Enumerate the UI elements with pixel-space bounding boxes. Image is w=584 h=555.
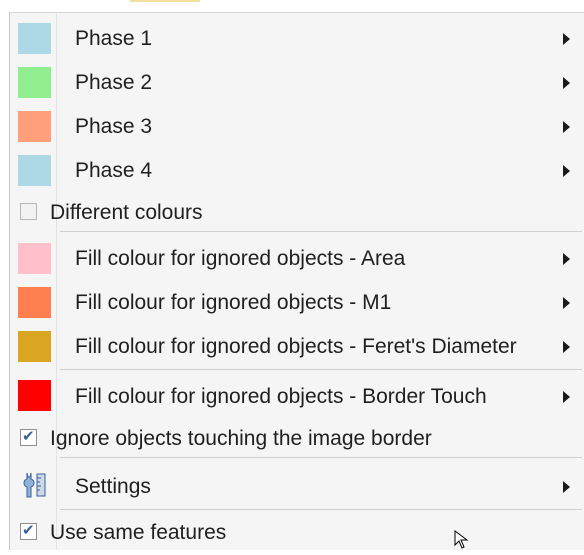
menu-item-settings[interactable]: Settings bbox=[10, 463, 584, 507]
submenu-arrow-icon bbox=[563, 391, 570, 403]
menu-item-label: Phase 2 bbox=[75, 71, 153, 94]
menu-item-label: Use same features bbox=[50, 521, 227, 544]
menu-item-fill-ignored-m1[interactable]: Fill colour for ignored objects - M1 bbox=[10, 281, 584, 325]
mouse-pointer-icon bbox=[454, 530, 470, 555]
menu-item-label: Settings bbox=[75, 475, 151, 498]
menu-item-label: Phase 4 bbox=[75, 159, 153, 182]
menu-separator bbox=[60, 509, 582, 510]
menu-item-label: Fill colour for ignored objects - Feret'… bbox=[75, 335, 517, 358]
m1-fill-color-swatch bbox=[18, 287, 51, 318]
submenu-arrow-icon bbox=[563, 77, 570, 89]
ribbon-accent bbox=[130, 0, 200, 2]
different-colours-checkbox[interactable] bbox=[20, 203, 37, 220]
menu-item-label: Fill colour for ignored objects - Area bbox=[75, 247, 406, 270]
menu-item-different-colours[interactable]: Different colours bbox=[10, 195, 584, 229]
phase-2-color-swatch bbox=[18, 67, 51, 98]
border-touch-fill-color-swatch bbox=[18, 380, 51, 411]
context-menu: Phase 1 Phase 2 Phase 3 Phase 4 Differen… bbox=[9, 12, 584, 550]
checkmark-icon: ✔ bbox=[22, 521, 35, 539]
submenu-arrow-icon bbox=[563, 121, 570, 133]
menu-item-use-same-features[interactable]: ✔ Use same features bbox=[10, 515, 584, 549]
menu-item-phase-4[interactable]: Phase 4 bbox=[10, 149, 584, 193]
submenu-arrow-icon bbox=[563, 253, 570, 265]
menu-item-phase-3[interactable]: Phase 3 bbox=[10, 105, 584, 149]
phase-1-color-swatch bbox=[18, 23, 51, 54]
menu-item-fill-ignored-feret[interactable]: Fill colour for ignored objects - Feret'… bbox=[10, 325, 584, 369]
menu-item-label: Fill colour for ignored objects - M1 bbox=[75, 291, 392, 314]
menu-item-label: Phase 1 bbox=[75, 27, 153, 50]
menu-item-label: Ignore objects touching the image border bbox=[50, 427, 432, 450]
menu-item-phase-1[interactable]: Phase 1 bbox=[10, 17, 584, 61]
menu-separator bbox=[60, 457, 582, 458]
feret-fill-color-swatch bbox=[18, 331, 51, 362]
menu-separator bbox=[60, 369, 582, 370]
menu-separator bbox=[60, 231, 582, 232]
phase-4-color-swatch bbox=[18, 155, 51, 186]
submenu-arrow-icon bbox=[563, 33, 570, 45]
menu-item-phase-2[interactable]: Phase 2 bbox=[10, 61, 584, 105]
top-strip bbox=[0, 0, 584, 12]
submenu-arrow-icon bbox=[563, 297, 570, 309]
submenu-arrow-icon bbox=[563, 481, 570, 493]
menu-item-label: Phase 3 bbox=[75, 115, 153, 138]
submenu-arrow-icon bbox=[563, 341, 570, 353]
ignore-border-checkbox[interactable]: ✔ bbox=[20, 427, 37, 446]
menu-item-ignore-border-objects[interactable]: ✔ Ignore objects touching the image bord… bbox=[10, 421, 584, 455]
wrench-ruler-icon bbox=[20, 470, 50, 506]
menu-item-label: Fill colour for ignored objects - Border… bbox=[75, 385, 487, 408]
menu-item-fill-ignored-border-touch[interactable]: Fill colour for ignored objects - Border… bbox=[10, 373, 584, 419]
submenu-arrow-icon bbox=[563, 165, 570, 177]
area-fill-color-swatch bbox=[18, 243, 51, 274]
use-same-features-checkbox[interactable]: ✔ bbox=[20, 521, 37, 540]
phase-3-color-swatch bbox=[18, 111, 51, 142]
checkmark-icon: ✔ bbox=[22, 427, 35, 445]
menu-item-fill-ignored-area[interactable]: Fill colour for ignored objects - Area bbox=[10, 237, 584, 281]
menu-item-label: Different colours bbox=[50, 201, 203, 224]
